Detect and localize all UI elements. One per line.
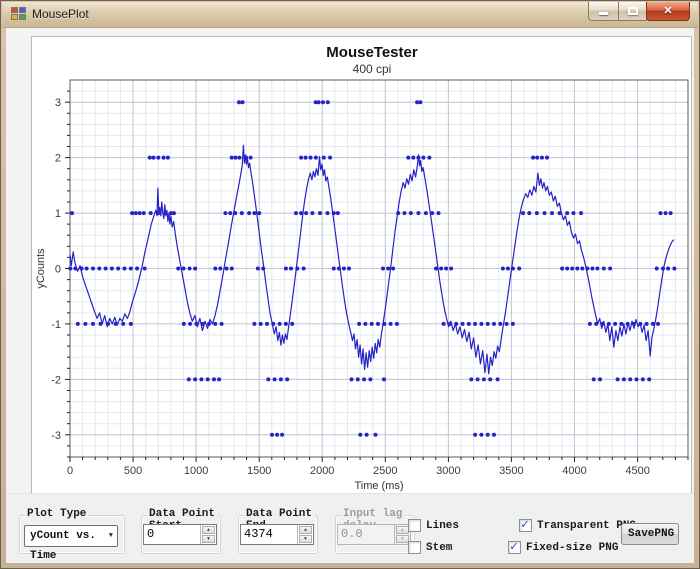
- lines-checkbox-label: Lines: [426, 520, 459, 532]
- stem-checkbox[interactable]: ✓ Stem: [408, 541, 452, 554]
- chart-title: MouseTester: [326, 44, 418, 61]
- minimize-icon: [599, 12, 608, 15]
- checkbox-box-icon: ✓: [408, 519, 421, 532]
- svg-text:2: 2: [55, 153, 61, 165]
- app-icon-pane: [11, 7, 18, 13]
- svg-text:3: 3: [55, 97, 61, 109]
- data-start-input[interactable]: 0 ▲ ▼: [143, 524, 217, 545]
- y-axis-title: yCounts: [35, 248, 47, 289]
- app-icon-pane: [11, 14, 18, 20]
- maximize-icon: [628, 7, 638, 15]
- window-title: MousePlot: [32, 7, 89, 21]
- svg-text:-3: -3: [51, 430, 61, 442]
- checkbox-box-icon: ✓: [508, 541, 521, 554]
- svg-text:3500: 3500: [499, 465, 523, 477]
- input-lag-value: 0.0: [341, 527, 363, 541]
- svg-text:0: 0: [55, 264, 61, 276]
- svg-text:0: 0: [67, 465, 73, 477]
- app-icon: [11, 7, 27, 22]
- svg-text:1: 1: [55, 208, 61, 220]
- svg-text:-2: -2: [51, 374, 61, 386]
- transparent-png-checkbox[interactable]: ✓ Transparent PNG: [519, 519, 636, 532]
- x-tick-labels: 0 500 1000 1500 2000 2500 3000 3500 4000 4500: [67, 465, 650, 477]
- checkbox-box-icon: ✓: [408, 541, 421, 554]
- svg-text:500: 500: [124, 465, 142, 477]
- chevron-down-icon: ▼: [109, 526, 113, 546]
- window-buttons: ✕: [589, 2, 690, 21]
- svg-text:2500: 2500: [373, 465, 397, 477]
- svg-text:1500: 1500: [247, 465, 271, 477]
- spin-down-icon[interactable]: ▼: [299, 535, 312, 543]
- lines-checkbox[interactable]: ✓ Lines: [408, 519, 459, 532]
- svg-text:4000: 4000: [562, 465, 586, 477]
- save-png-button[interactable]: SavePNG: [621, 523, 679, 545]
- checkbox-box-icon: ✓: [519, 519, 532, 532]
- svg-text:2000: 2000: [310, 465, 334, 477]
- spin-up-icon[interactable]: ▲: [299, 526, 312, 534]
- maximize-button[interactable]: [618, 2, 647, 21]
- data-end-spinner: ▲ ▼: [297, 525, 313, 544]
- check-icon: ✓: [521, 517, 529, 532]
- data-start-spinner: ▲ ▼: [200, 525, 216, 544]
- close-icon: ✕: [647, 4, 689, 17]
- chart-svg: 0 500 1000 1500 2000 2500 3000 3500 4000 4500 3 2 1 0…: [32, 37, 691, 494]
- window-content: 0 500 1000 1500 2000 2500 3000 3500 4000 4500 3 2 1 0…: [6, 28, 694, 563]
- spin-up-icon[interactable]: ▲: [202, 526, 215, 534]
- plot-type-value: yCount vs. Time: [30, 530, 96, 562]
- stem-checkbox-label: Stem: [426, 542, 452, 554]
- data-end-value: 4374: [244, 527, 273, 541]
- check-icon: ✓: [510, 539, 518, 554]
- svg-text:3000: 3000: [436, 465, 460, 477]
- spin-down-icon[interactable]: ▼: [202, 535, 215, 543]
- plot-type-label: Plot Type: [25, 508, 88, 520]
- app-window: MousePlot ✕ 0 500 1000 1500 2000 2500 3000 3500…: [0, 0, 700, 569]
- app-icon-pane: [19, 14, 26, 20]
- x-axis-title: Time (ms): [354, 480, 403, 492]
- y-tick-labels: 3 2 1 0 -1 -2 -3: [51, 97, 61, 442]
- data-end-input[interactable]: 4374 ▲ ▼: [240, 524, 314, 545]
- svg-text:1000: 1000: [184, 465, 208, 477]
- plot-type-combobox[interactable]: yCount vs. Time ▼: [24, 525, 118, 547]
- input-lag-input: 0.0 ▲ ▼: [337, 524, 411, 545]
- minimize-button[interactable]: [588, 2, 619, 21]
- chart-subtitle: 400 cpi: [353, 62, 392, 76]
- svg-text:4500: 4500: [625, 465, 649, 477]
- svg-text:-1: -1: [51, 319, 61, 331]
- control-strip: Plot Type yCount vs. Time ▼ Data PointSt…: [6, 493, 694, 563]
- fixed-size-png-checkbox-label: Fixed-size PNG: [526, 542, 618, 554]
- close-button[interactable]: ✕: [646, 2, 690, 21]
- title-bar: MousePlot ✕: [2, 2, 698, 28]
- chart-panel: 0 500 1000 1500 2000 2500 3000 3500 4000 4500 3 2 1 0…: [31, 36, 692, 495]
- data-start-value: 0: [147, 527, 154, 541]
- major-grid: [70, 80, 688, 457]
- app-icon-pane: [19, 7, 26, 13]
- fixed-size-png-checkbox[interactable]: ✓ Fixed-size PNG: [508, 541, 618, 554]
